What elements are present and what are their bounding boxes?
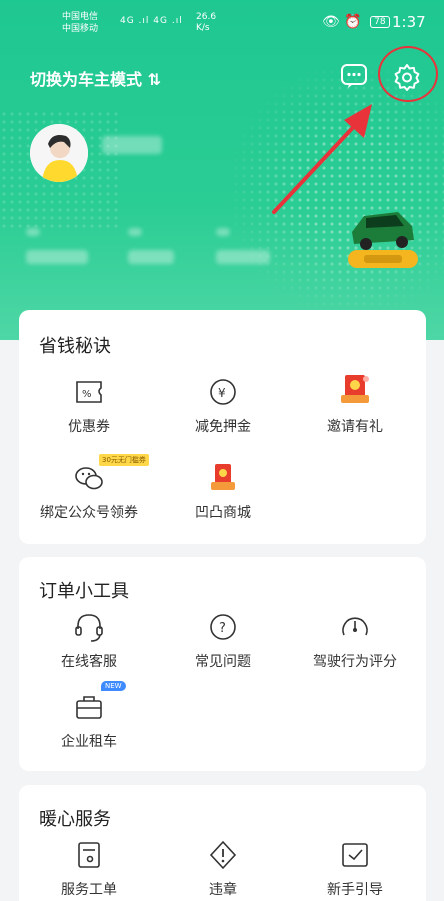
signal-strength: 4G .ıl 4G .ıl (120, 16, 183, 26)
coupon-promo-badge: 30元无门槛券 (99, 454, 149, 466)
online-service-entry[interactable]: 在线客服 (19, 609, 159, 671)
svg-text:¥: ¥ (218, 386, 226, 400)
stat-blurred (128, 228, 142, 236)
avatar[interactable] (30, 124, 88, 182)
coupon-entry[interactable]: % 优惠券 (19, 374, 159, 436)
mall-entry[interactable]: 凹凸商城 (153, 456, 293, 522)
section-title: 暖心服务 (39, 809, 111, 830)
coupon-icon: % (76, 381, 102, 403)
gift-envelope-icon (341, 375, 369, 403)
eye-icon: 👁 (322, 14, 340, 30)
stat-label-blurred (26, 250, 88, 264)
question-icon: ? (210, 614, 236, 640)
guide-icon (342, 843, 368, 867)
driving-score-entry[interactable]: 驾驶行为评分 (285, 609, 425, 671)
alarm-icon: ⏰ (344, 14, 362, 30)
bind-wechat-entry[interactable]: 绑定公众号领券 (19, 460, 159, 522)
violation-entry[interactable]: 违章 (153, 837, 293, 899)
enterprise-rental-entry[interactable]: 企业租车 (19, 689, 159, 751)
new-badge: NEW (101, 681, 126, 691)
headset-icon (75, 614, 103, 642)
order-tools-card: 订单小工具 在线客服 ? 常见问题 驾驶行为评分 企业租车 NEW (19, 557, 426, 771)
carrier-info: 中国电信 中国移动 (62, 12, 99, 34)
savings-card: 省钱秘诀 % 优惠券 ¥ 减免押金 邀请有礼 绑定公众号领券 30元无门槛券 凹… (19, 310, 426, 544)
ticket-icon (78, 842, 100, 868)
yen-icon: ¥ (210, 379, 236, 405)
care-service-card: 暖心服务 服务工单 违章 新手引导 (19, 785, 426, 901)
status-icons: 👁 ⏰ 78 (322, 14, 390, 30)
section-title: 省钱秘诀 (39, 336, 111, 357)
stat-label-blurred (216, 250, 270, 264)
switch-mode-button[interactable]: 切换为车主模式 ⇅ (30, 66, 161, 90)
stat-blurred (216, 228, 230, 236)
member-car-badge[interactable] (344, 202, 420, 272)
newbie-guide-entry[interactable]: 新手引导 (285, 837, 425, 899)
stat-blurred (26, 228, 40, 236)
network-speed: 26.6 K/s (196, 12, 217, 33)
service-ticket-entry[interactable]: 服务工单 (19, 837, 159, 899)
gauge-icon (342, 617, 368, 636)
clock: 1:37 (392, 13, 426, 31)
annotation-circle (378, 46, 438, 102)
briefcase-icon (76, 696, 102, 719)
avatar-image (30, 124, 88, 182)
username-blurred (102, 136, 162, 154)
annotation-arrow (272, 104, 372, 214)
faq-entry[interactable]: ? 常见问题 (153, 609, 293, 671)
status-bar: 中国电信 中国移动 4G .ıl 4G .ıl 26.6 K/s 👁 ⏰ 78 … (0, 0, 444, 42)
section-title: 订单小工具 (39, 581, 129, 602)
invite-entry[interactable]: 邀请有礼 (285, 368, 425, 436)
message-icon[interactable] (340, 63, 368, 89)
svg-text:?: ? (219, 621, 226, 636)
stat-label-blurred (128, 250, 174, 264)
mall-icon (211, 464, 235, 490)
deposit-waiver-entry[interactable]: ¥ 减免押金 (153, 374, 293, 436)
violation-icon (209, 840, 237, 870)
svg-text:%: % (82, 389, 92, 400)
battery-icon: 78 (370, 16, 390, 28)
